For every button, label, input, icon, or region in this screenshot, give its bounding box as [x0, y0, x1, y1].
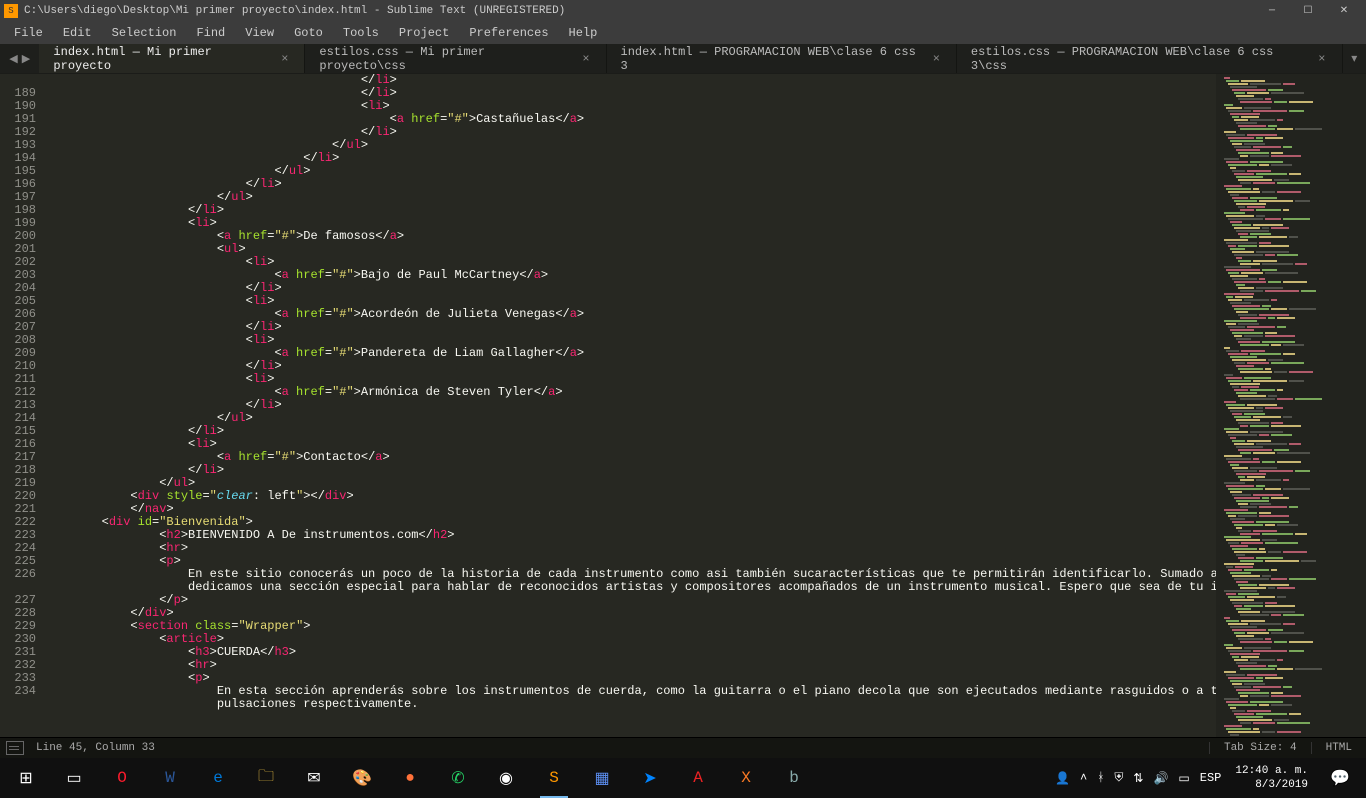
- word-icon[interactable]: W: [146, 758, 194, 798]
- menu-view[interactable]: View: [235, 22, 284, 44]
- menu-goto[interactable]: Goto: [284, 22, 333, 44]
- taskview-icon[interactable]: ▭: [50, 758, 98, 798]
- code-line[interactable]: <h2>BIENVENIDO A De instrumentos.com</h2…: [44, 529, 1216, 542]
- app-icon-1[interactable]: ▦: [578, 758, 626, 798]
- file-tab[interactable]: index.html — Mi primer proyecto ×: [39, 44, 305, 73]
- windows-taskbar: ⊞▭OWe🗀✉🎨●✆◉S▦➤AXb 👤 ˄ ᚼ ⛨ ⇅ 🔊 ▭ ESP 12:4…: [0, 758, 1366, 798]
- firefox-icon[interactable]: ●: [386, 758, 434, 798]
- code-line[interactable]: </p>: [44, 594, 1216, 607]
- tab-bar: ◀▶ index.html — Mi primer proyecto×estil…: [0, 44, 1366, 74]
- tab-close-icon[interactable]: ×: [1318, 52, 1325, 66]
- code-line[interactable]: <h3>CUERDA</h3>: [44, 646, 1216, 659]
- file-tab[interactable]: estilos.css — PROGRAMACION WEB\clase 6 c…: [957, 44, 1343, 73]
- battery-icon[interactable]: ▭: [1178, 771, 1189, 786]
- code-line[interactable]: <div style="clear: left"></div>: [44, 490, 1216, 503]
- menu-find[interactable]: Find: [186, 22, 235, 44]
- edge-icon[interactable]: e: [194, 758, 242, 798]
- action-center-icon[interactable]: 💬: [1316, 758, 1364, 798]
- menu-edit[interactable]: Edit: [53, 22, 102, 44]
- menu-bar: FileEditSelectionFindViewGotoToolsProjec…: [0, 22, 1366, 44]
- opera-icon[interactable]: O: [98, 758, 146, 798]
- status-tabsize[interactable]: Tab Size: 4: [1209, 742, 1311, 754]
- menu-file[interactable]: File: [4, 22, 53, 44]
- start-icon[interactable]: ⊞: [2, 758, 50, 798]
- app-icon-2[interactable]: b: [770, 758, 818, 798]
- minimize-button[interactable]: ─: [1254, 0, 1290, 22]
- tab-label: estilos.css — Mi primer proyecto\css: [319, 45, 572, 73]
- xampp-icon[interactable]: X: [722, 758, 770, 798]
- messenger-icon[interactable]: ➤: [626, 758, 674, 798]
- code-area[interactable]: </li> </li> <li> <a href="#">Castañuelas…: [42, 74, 1216, 737]
- keyboard-lang[interactable]: ESP: [1200, 771, 1222, 785]
- bluetooth-icon[interactable]: ᚼ: [1097, 771, 1104, 785]
- minimap[interactable]: [1216, 74, 1366, 737]
- maximize-button[interactable]: ☐: [1290, 0, 1326, 22]
- tab-close-icon[interactable]: ×: [933, 52, 940, 66]
- tab-label: estilos.css — PROGRAMACION WEB\clase 6 c…: [971, 45, 1308, 73]
- network-icon[interactable]: ⇅: [1133, 771, 1143, 786]
- whatsapp-icon[interactable]: ✆: [434, 758, 482, 798]
- system-tray[interactable]: 👤 ˄ ᚼ ⛨ ⇅ 🔊 ▭ ESP: [1049, 771, 1227, 786]
- menu-help[interactable]: Help: [559, 22, 608, 44]
- volume-icon[interactable]: 🔊: [1153, 771, 1168, 786]
- menu-project[interactable]: Project: [389, 22, 459, 44]
- window-controls: ─ ☐ ✕: [1254, 0, 1362, 22]
- code-line[interactable]: pulsaciones respectivamente.: [44, 698, 1216, 711]
- panel-switcher-icon[interactable]: [6, 741, 24, 755]
- sublime-icon[interactable]: S: [530, 758, 578, 798]
- tray-chevron-icon[interactable]: ˄: [1080, 771, 1087, 785]
- code-line[interactable]: <hr>: [44, 659, 1216, 672]
- editor: 1891901911921931941951961971981992002012…: [0, 74, 1366, 737]
- chrome-icon[interactable]: ◉: [482, 758, 530, 798]
- menu-preferences[interactable]: Preferences: [459, 22, 558, 44]
- paint-icon[interactable]: 🎨: [338, 758, 386, 798]
- file-tab[interactable]: index.html — PROGRAMACION WEB\clase 6 cs…: [607, 44, 957, 73]
- line-number-gutter[interactable]: 1891901911921931941951961971981992002012…: [0, 74, 42, 737]
- clock-time: 12:40 a. m.: [1235, 764, 1308, 778]
- security-icon[interactable]: ⛨: [1114, 771, 1123, 785]
- tab-overflow-button[interactable]: ▾: [1343, 44, 1366, 73]
- clock-date: 8/3/2019: [1235, 778, 1308, 792]
- code-line[interactable]: </li>: [44, 464, 1216, 477]
- status-syntax[interactable]: HTML: [1311, 742, 1366, 754]
- menu-selection[interactable]: Selection: [102, 22, 187, 44]
- code-line[interactable]: </li>: [44, 425, 1216, 438]
- tab-label: index.html — PROGRAMACION WEB\clase 6 cs…: [621, 45, 923, 73]
- window-titlebar: S C:\Users\diego\Desktop\Mi primer proye…: [0, 0, 1366, 22]
- tab-close-icon[interactable]: ×: [582, 52, 589, 66]
- code-line[interactable]: </li>: [44, 204, 1216, 217]
- acrobat-icon[interactable]: A: [674, 758, 722, 798]
- mail-icon[interactable]: ✉: [290, 758, 338, 798]
- code-line[interactable]: dedicamos una sección especial para habl…: [44, 581, 1216, 594]
- window-title: C:\Users\diego\Desktop\Mi primer proyect…: [24, 5, 1254, 17]
- tab-close-icon[interactable]: ×: [281, 52, 288, 66]
- tab-label: index.html — Mi primer proyecto: [53, 45, 271, 73]
- taskbar-clock[interactable]: 12:40 a. m. 8/3/2019: [1227, 764, 1316, 792]
- explorer-icon[interactable]: 🗀: [242, 758, 290, 798]
- app-icon: S: [4, 4, 18, 18]
- menu-tools[interactable]: Tools: [333, 22, 389, 44]
- tab-nav-arrows[interactable]: ◀▶: [0, 44, 39, 73]
- code-line[interactable]: <hr>: [44, 542, 1216, 555]
- file-tab[interactable]: estilos.css — Mi primer proyecto\css ×: [305, 44, 606, 73]
- status-bar: Line 45, Column 33 Tab Size: 4 HTML: [0, 737, 1366, 758]
- close-button[interactable]: ✕: [1326, 0, 1362, 22]
- status-selection[interactable]: Line 45, Column 33: [32, 742, 1209, 754]
- people-icon[interactable]: 👤: [1055, 771, 1070, 786]
